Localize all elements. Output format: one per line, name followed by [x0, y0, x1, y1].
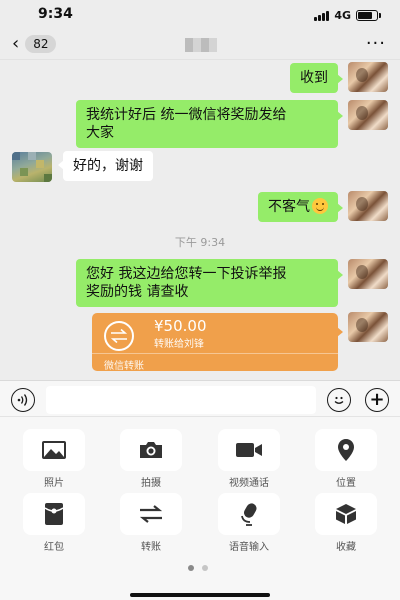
tool-voice-input[interactable]: 语音输入: [218, 493, 280, 557]
voice-icon: [17, 394, 28, 406]
home-indicator[interactable]: [130, 593, 270, 597]
plus-icon: +: [369, 389, 385, 410]
tool-label: 转账: [141, 542, 161, 553]
transfer-footer: 微信转账: [92, 353, 338, 372]
status-bar: 9:34 4G: [0, 0, 400, 30]
chat-title-blurred: [185, 38, 217, 52]
message-text: 好的，谢谢: [73, 158, 143, 174]
message-text-line: 大家: [86, 125, 114, 141]
tool-label: 位置: [336, 478, 356, 489]
avatar-self[interactable]: [348, 191, 388, 221]
tool-label: 红包: [44, 542, 64, 553]
smile-emoji-icon: [312, 198, 328, 214]
tool-video-call[interactable]: 视频通话: [218, 429, 280, 493]
message-timestamp: 下午 9:34: [174, 236, 226, 249]
tool-label: 照片: [44, 478, 64, 489]
avatar-self[interactable]: [348, 259, 388, 289]
message-bubble-self[interactable]: 您好 我这边给您转一下投诉举报 奖励的钱 请查收: [76, 259, 343, 307]
page-dot[interactable]: [202, 565, 208, 571]
message-bubble-self[interactable]: 收到: [290, 63, 343, 93]
message-bubble-self[interactable]: 我统计好后 统一微信将奖励发给 大家: [76, 100, 343, 148]
transfer-footer-label: 微信转账: [104, 361, 144, 372]
tool-label: 收藏: [336, 542, 356, 553]
message-text: 不客气: [268, 199, 310, 215]
back-button[interactable]: ‹ 82: [12, 33, 57, 54]
message-text-line: 您好 我这边给您转一下投诉举报: [86, 266, 287, 282]
avatar-self[interactable]: [348, 100, 388, 130]
emoji-button[interactable]: [327, 388, 351, 412]
avatar-other[interactable]: [12, 152, 52, 182]
message-bubble-self[interactable]: 不客气: [258, 192, 343, 222]
favorites-icon: [336, 504, 356, 524]
chevron-left-icon: ‹: [12, 33, 20, 54]
transfer-amount: ¥50.00: [154, 317, 207, 335]
tool-photo[interactable]: 照片: [23, 429, 85, 493]
message-text-line: 我统计好后 统一微信将奖励发给: [86, 107, 287, 123]
status-time: 9:34: [38, 6, 73, 22]
message-bubble-other[interactable]: 好的，谢谢: [58, 151, 153, 181]
location-icon: [338, 439, 354, 461]
status-indicators: 4G: [314, 9, 381, 22]
microphone-icon: [241, 503, 257, 526]
transfer-icon: [139, 505, 163, 523]
more-options-button[interactable]: ···: [366, 35, 386, 53]
signal-icon: [314, 10, 330, 21]
camera-icon: [140, 442, 162, 458]
tool-label: 语音输入: [229, 542, 269, 553]
emoji-icon: [334, 396, 344, 404]
transfer-description: 转账给刘锋: [154, 339, 204, 350]
tool-red-packet[interactable]: 红包: [23, 493, 85, 557]
tool-camera[interactable]: 拍摄: [120, 429, 182, 493]
message-text: 收到: [300, 70, 328, 86]
message-text-line: 奖励的钱 请查收: [86, 284, 189, 300]
photo-icon: [42, 441, 66, 459]
network-type: 4G: [334, 9, 351, 22]
page-dot-active[interactable]: [188, 565, 194, 571]
red-packet-icon: [44, 503, 64, 525]
input-bar: +: [0, 380, 400, 416]
transfer-arrows-icon: [104, 321, 134, 351]
video-call-icon: [236, 443, 262, 457]
chat-header: ‹ 82 ···: [0, 30, 400, 60]
avatar-self[interactable]: [348, 62, 388, 92]
chat-messages: 收到 我统计好后 统一微信将奖励发给 大家 好的，谢谢 不客气 下午 9:34 …: [0, 60, 400, 380]
tool-favorites[interactable]: 收藏: [315, 493, 377, 557]
unread-count-badge: 82: [25, 35, 57, 53]
transfer-card[interactable]: ¥50.00 转账给刘锋 微信转账: [92, 313, 343, 372]
more-functions-button[interactable]: +: [365, 388, 389, 412]
tool-label: 视频通话: [229, 478, 269, 489]
function-panel: 照片 拍摄 视频通话 位置 红包 转账 语音输入 收藏: [0, 416, 400, 600]
tool-transfer[interactable]: 转账: [120, 493, 182, 557]
avatar-self[interactable]: [348, 312, 388, 342]
page-indicator: [188, 565, 208, 571]
battery-icon: [356, 10, 381, 21]
tool-label: 拍摄: [141, 478, 161, 489]
tool-location[interactable]: 位置: [315, 429, 377, 493]
voice-button[interactable]: [11, 388, 35, 412]
message-input[interactable]: [46, 386, 316, 414]
